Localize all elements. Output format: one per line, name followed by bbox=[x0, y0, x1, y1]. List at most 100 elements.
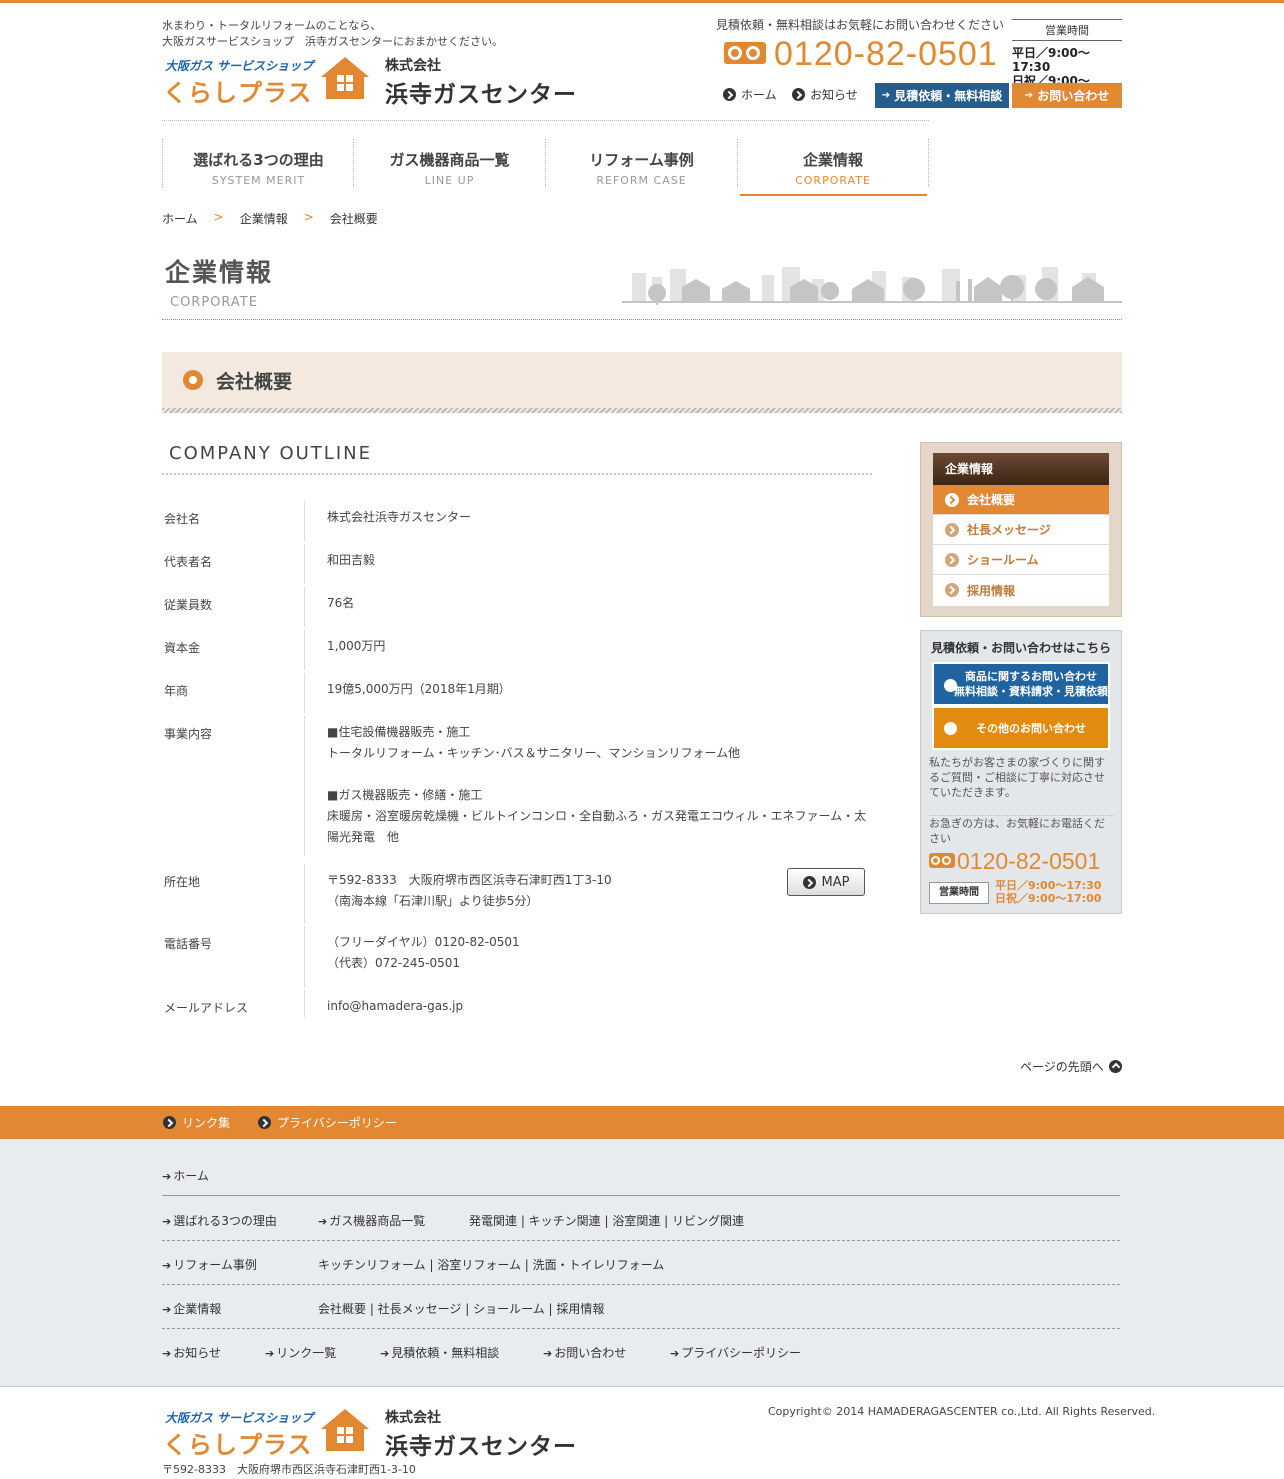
global-nav: 選ばれる3つの理由 SYSTEM MERIT ガス機器商品一覧 LINE UP … bbox=[162, 120, 929, 198]
header-tagline: 水まわり・トータルリフォームのことなら、 大阪ガスサービスショップ 浜寺ガスセン… bbox=[162, 18, 503, 50]
logo-company-name: 浜寺ガスセンター bbox=[385, 1434, 577, 1460]
sitemap-home-label: ホーム bbox=[173, 1169, 209, 1183]
logo-osaka-gas: 大阪ガス サービスショップ bbox=[165, 1411, 314, 1425]
sidebar-contact: 見積依頼・お問い合わせはこちら 商品に関するお問い合わせ 無料相談・資料請求・見… bbox=[920, 630, 1122, 914]
row-label: 従業員数 bbox=[164, 598, 213, 612]
header-phone[interactable]: 0120-82-0501 bbox=[724, 35, 1004, 73]
arrow-right-icon: ➔ bbox=[162, 1259, 172, 1272]
arrow-right-icon: ➔ bbox=[162, 1347, 172, 1360]
gnav-sublabel: SYSTEM MERIT bbox=[211, 174, 306, 187]
sitemap-divider bbox=[162, 1328, 1120, 1329]
sidebar-phone[interactable]: 0120-82-0501 bbox=[929, 848, 1114, 874]
sitemap-home[interactable]: ➔ ホーム bbox=[162, 1167, 209, 1184]
footer-link-links[interactable]: リンク集 bbox=[163, 1114, 230, 1131]
gnav-label: リフォーム事例 bbox=[589, 151, 694, 169]
sitemap-lineup[interactable]: ➔ ガス機器商品一覧 bbox=[318, 1212, 425, 1229]
contact-button[interactable]: ➔ お問い合わせ bbox=[1012, 83, 1122, 108]
gnav-item-lineup[interactable]: ガス機器商品一覧 LINE UP bbox=[353, 139, 545, 187]
footer-link-privacy[interactable]: プライバシーポリシー bbox=[258, 1114, 397, 1131]
arrow-right-icon: ➔ bbox=[1024, 90, 1034, 101]
row-value: ■住宅設備機器販売・施工 トータルリフォーム・キッチン･バス＆サニタリー、マンシ… bbox=[327, 722, 872, 848]
arrow-circle-icon bbox=[944, 722, 957, 735]
sitemap-corporate-sub[interactable]: 会社概要 | 社長メッセージ | ショールーム | 採用情報 bbox=[318, 1300, 604, 1317]
row-divider bbox=[304, 716, 305, 856]
orange-circle-icon bbox=[183, 370, 203, 390]
row-label: 代表者名 bbox=[164, 555, 213, 569]
sidebar-item-label: 社長メッセージ bbox=[967, 523, 1051, 537]
arrow-circle-icon bbox=[792, 88, 805, 101]
sitemap-reform-sub[interactable]: キッチンリフォーム | 浴室リフォーム | 洗面・トイレリフォーム bbox=[318, 1256, 664, 1273]
sitemap-linklist-label: リンク一覧 bbox=[276, 1346, 337, 1360]
arrow-circle-icon bbox=[945, 583, 959, 597]
sitemap-reason[interactable]: ➔ 選ばれる3つの理由 bbox=[162, 1212, 277, 1229]
arrow-circle-icon bbox=[723, 88, 736, 101]
row-value[interactable]: info@hamadera-gas.jp bbox=[327, 996, 872, 1017]
product-inquiry-button[interactable]: 商品に関するお問い合わせ 無料相談・資料請求・見積依頼 bbox=[932, 662, 1110, 706]
business-line-1: ■住宅設備機器販売・施工 bbox=[327, 725, 471, 739]
row-divider bbox=[304, 864, 305, 924]
row-value: 1,000万円 bbox=[327, 639, 386, 653]
page-title-ja: 企業情報 bbox=[165, 258, 274, 287]
sidebar-item-outline[interactable]: 会社概要 bbox=[933, 485, 1109, 515]
copyright: Copyright© 2014 HAMADERAGASCENTER co.,Lt… bbox=[768, 1405, 1156, 1418]
gnav-sublabel: REFORM CASE bbox=[596, 174, 687, 187]
sitemap-estimate[interactable]: ➔ 見積依頼・無料相談 bbox=[380, 1344, 499, 1361]
gnav-label: ガス機器商品一覧 bbox=[389, 151, 510, 169]
tagline-line-1: 水まわり・トータルリフォームのことなら、 bbox=[162, 19, 382, 32]
sidebar-item-message[interactable]: 社長メッセージ bbox=[933, 515, 1109, 545]
row-label: 事業内容 bbox=[164, 727, 213, 741]
estimate-button[interactable]: ➔ 見積依頼・無料相談 bbox=[875, 83, 1009, 108]
row-label: 電話番号 bbox=[164, 937, 213, 951]
sidebar-menu-title: 企業情報 bbox=[933, 453, 1109, 485]
sitemap-divider bbox=[162, 1195, 1120, 1196]
row-divider bbox=[304, 990, 305, 1017]
arrow-right-icon: ➔ bbox=[162, 1170, 172, 1183]
row-value: 〒592-8333 大阪府堺市西区浜寺石津町西1丁3-10 （南海本線「石津川駅… bbox=[327, 868, 872, 912]
footer-bar: リンク集 プライバシーポリシー bbox=[0, 1106, 1284, 1139]
row-value: （フリーダイヤル）0120-82-0501 （代表）072-245-0501 bbox=[327, 932, 872, 974]
row-label: 所在地 bbox=[164, 875, 201, 889]
footer-logo[interactable]: 大阪ガス サービスショップ くらしプラス 株式会社 浜寺ガスセンター bbox=[163, 1407, 583, 1460]
page-top-link[interactable]: ページの先頭へ bbox=[1020, 1058, 1122, 1075]
sitemap-corporate[interactable]: ➔ 企業情報 bbox=[162, 1300, 221, 1317]
arrow-right-icon: ➔ bbox=[162, 1215, 172, 1228]
sidebar-menu: 企業情報 会社概要 社長メッセージ ショールーム 採用情報 bbox=[920, 442, 1122, 617]
sitemap-linklist[interactable]: ➔ リンク一覧 bbox=[265, 1344, 336, 1361]
row-value: 76名 bbox=[327, 596, 355, 610]
gnav-item-merit[interactable]: 選ばれる3つの理由 SYSTEM MERIT bbox=[162, 139, 354, 187]
site-logo[interactable]: 大阪ガス サービスショップ くらしプラス 株式会社 浜寺ガスセンター bbox=[163, 55, 583, 108]
sitemap-contact-label: お問い合わせ bbox=[554, 1346, 627, 1360]
town-skyline-illustration bbox=[622, 267, 1122, 305]
row-divider bbox=[304, 630, 305, 670]
sitemap-contact[interactable]: ➔ お問い合わせ bbox=[543, 1344, 626, 1361]
breadcrumb: ホーム > 企業情報 > 会社概要 bbox=[162, 210, 378, 227]
section-title: 会社概要 bbox=[216, 371, 293, 393]
gnav-item-reform[interactable]: リフォーム事例 REFORM CASE bbox=[545, 139, 737, 187]
row-value: 19億5,000万円（2018年1月期） bbox=[327, 682, 511, 696]
sidebar-item-label: 会社概要 bbox=[967, 493, 1016, 507]
product-inquiry-line-2: 無料相談・資料請求・見積依頼 bbox=[954, 685, 1108, 698]
breadcrumb-separator: > bbox=[303, 210, 314, 224]
sidebar-item-recruit[interactable]: 採用情報 bbox=[933, 575, 1109, 605]
sitemap-estimate-label: 見積依頼・無料相談 bbox=[391, 1346, 500, 1360]
arrow-circle-icon bbox=[258, 1116, 271, 1129]
sitemap-privacy-label: プライバシーポリシー bbox=[681, 1346, 801, 1360]
product-inquiry-line-1: 商品に関するお問い合わせ bbox=[965, 670, 1097, 683]
sitemap-lineup-sub[interactable]: 発電関連 | キッチン関連 | 浴室関連 | リビング関連 bbox=[469, 1212, 744, 1229]
arrow-circle-icon bbox=[802, 875, 816, 889]
company-outline-title: COMPANY OUTLINE bbox=[169, 443, 372, 464]
other-inquiry-button[interactable]: その他のお問い合わせ bbox=[932, 706, 1110, 750]
business-line-3: ■ガス機器販売・修繕・施工 bbox=[327, 788, 483, 802]
breadcrumb-home[interactable]: ホーム bbox=[162, 210, 198, 227]
sitemap-privacy[interactable]: ➔ プライバシーポリシー bbox=[670, 1344, 801, 1361]
row-value: 和田吉毅 bbox=[327, 553, 376, 567]
sidebar-item-showroom[interactable]: ショールーム bbox=[933, 545, 1109, 575]
map-button[interactable]: MAP bbox=[787, 868, 865, 896]
sitemap-reform[interactable]: ➔ リフォーム事例 bbox=[162, 1256, 257, 1273]
arrow-up-icon bbox=[1108, 1060, 1122, 1073]
header-nav-news[interactable]: お知らせ bbox=[792, 86, 858, 103]
header-nav-home[interactable]: ホーム bbox=[723, 86, 777, 103]
breadcrumb-corporate[interactable]: 企業情報 bbox=[240, 210, 288, 227]
sitemap-news[interactable]: ➔ お知らせ bbox=[162, 1344, 221, 1361]
gnav-item-corporate[interactable]: 企業情報 CORPORATE bbox=[737, 139, 929, 187]
